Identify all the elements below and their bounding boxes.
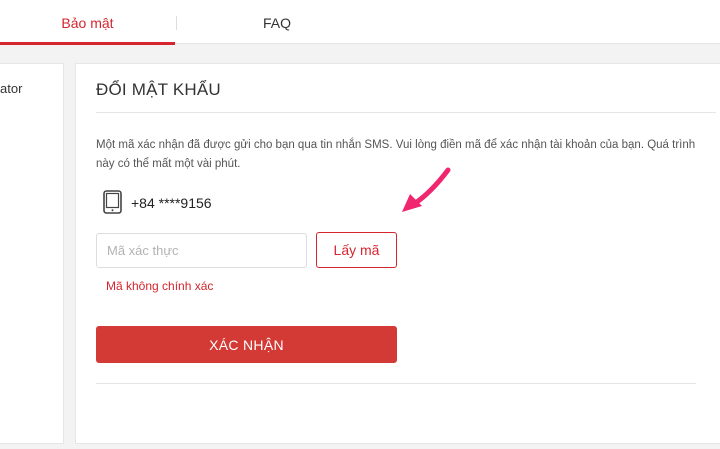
verification-code-input[interactable] <box>96 233 307 268</box>
pointer-arrow-icon <box>402 167 451 212</box>
active-tab-underline <box>0 42 175 45</box>
get-code-button[interactable]: Lấy mã <box>316 232 397 268</box>
sms-description: Một mã xác nhận đã được gửi cho bạn qua … <box>96 139 696 170</box>
tab-security[interactable]: Bảo mật <box>0 0 175 45</box>
mobile-phone-icon <box>103 190 122 214</box>
sidebar-panel: ator <box>0 63 64 444</box>
bottom-divider <box>96 383 696 384</box>
tab-bar: Bảo mật FAQ <box>0 0 720 45</box>
phone-number: +84 ****9156 <box>131 195 212 211</box>
error-message: Mã không chính xác <box>106 279 214 293</box>
change-password-panel: ĐỔI MẬT KHẨU Một mã xác nhận đã được gửi… <box>75 63 720 444</box>
title-divider <box>96 112 716 113</box>
sidebar-item-label[interactable]: ator <box>0 81 22 96</box>
tab-security-label: Bảo mật <box>61 15 114 31</box>
tab-faq-label: FAQ <box>262 15 291 31</box>
page-title: ĐỔI MẬT KHẨU <box>96 80 221 99</box>
confirm-button[interactable]: XÁC NHẬN <box>96 326 397 363</box>
tab-faq[interactable]: FAQ <box>177 0 377 43</box>
